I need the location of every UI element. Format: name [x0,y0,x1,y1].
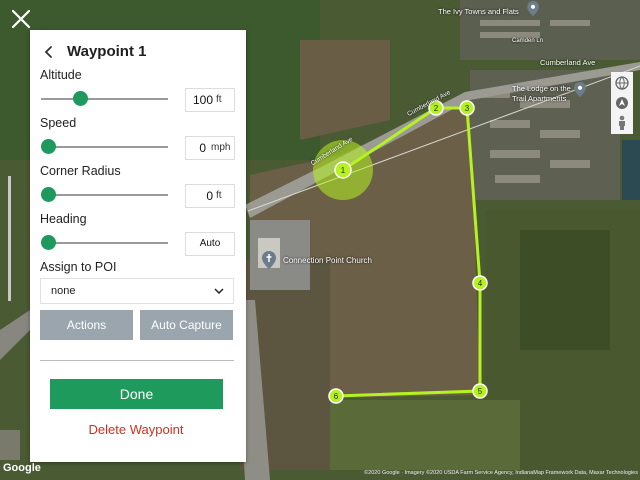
pegman-icon [619,115,625,130]
svg-text:3: 3 [465,104,470,113]
panel-scrollbar[interactable] [8,176,11,301]
church-pin-icon[interactable] [262,251,276,269]
compass-icon [616,97,628,109]
svg-text:2: 2 [434,104,439,113]
street-view-button[interactable] [611,112,633,134]
svg-text:5: 5 [478,387,483,396]
corner-radius-slider-handle[interactable] [41,187,56,202]
map-label-lodge-line1: The Lodge on the [512,84,571,93]
speed-slider-handle[interactable] [41,139,56,154]
svg-text:4: 4 [478,279,483,288]
svg-text:1: 1 [341,166,346,175]
assign-poi-label: Assign to POI [40,260,117,274]
auto-capture-button[interactable]: Auto Capture [140,310,233,340]
map-label-lodge-line2: Trail Apartments [512,94,567,103]
chevron-down-icon [214,288,224,295]
panel-divider [40,360,234,361]
globe-icon [615,76,629,90]
close-icon[interactable] [8,6,34,32]
speed-value: 0 [199,141,206,155]
map-label-cumberland-top: Cumberland Ave [540,58,596,67]
corner-radius-field[interactable]: 0 ft [185,184,235,208]
done-button[interactable]: Done [50,379,223,409]
waypoint-marker-4[interactable]: 4 [472,275,488,291]
speed-label: Speed [40,116,77,130]
speed-slider[interactable] [41,146,168,148]
svg-text:6: 6 [334,392,339,401]
heading-slider-handle[interactable] [41,235,56,250]
corner-radius-label: Corner Radius [40,164,121,178]
speed-unit: mph [211,142,231,153]
place-pin-icon[interactable] [527,1,539,16]
corner-radius-unit: ft [216,190,222,201]
waypoint-panel: Waypoint 1 Altitude 100 ft Speed 0 mph C… [30,30,246,462]
heading-label: Heading [40,212,87,226]
altitude-value: 100 [192,93,213,107]
altitude-unit: ft [216,94,222,105]
corner-radius-slider[interactable] [41,194,168,196]
speed-field[interactable]: 0 mph [185,136,235,160]
altitude-slider[interactable] [41,98,168,100]
map-attribution: ©2020 Google · Imagery ©2020 USDA Farm S… [364,470,638,476]
altitude-label: Altitude [40,68,82,82]
map-label-ivy-towns: The Ivy Towns and Flats [438,7,519,16]
waypoint-marker-6[interactable]: 6 [328,388,344,404]
map-label-church: Connection Point Church [283,256,372,265]
delete-waypoint-button[interactable]: Delete Waypoint [30,422,242,437]
actions-button[interactable]: Actions [40,310,133,340]
assign-poi-select[interactable]: none [40,278,234,304]
assign-poi-selected: none [51,285,76,297]
waypoint-marker-3[interactable]: 3 [459,100,475,116]
map-label-camden-ln: Camden Ln [512,38,544,44]
heading-slider[interactable] [41,242,168,244]
waypoint-marker-5[interactable]: 5 [472,383,488,399]
altitude-field[interactable]: 100 ft [185,88,235,112]
corner-radius-value: 0 [206,189,213,203]
altitude-slider-handle[interactable] [72,91,88,106]
location-button[interactable] [611,92,633,114]
google-logo: Google [3,462,41,474]
chevron-left-icon[interactable] [42,45,56,59]
heading-field[interactable]: Auto [185,232,235,256]
panel-title: Waypoint 1 [67,43,147,60]
waypoint-marker-1[interactable]: 1 [334,161,352,179]
apartment-pin-icon[interactable] [574,82,586,97]
globe-button[interactable] [611,72,633,94]
